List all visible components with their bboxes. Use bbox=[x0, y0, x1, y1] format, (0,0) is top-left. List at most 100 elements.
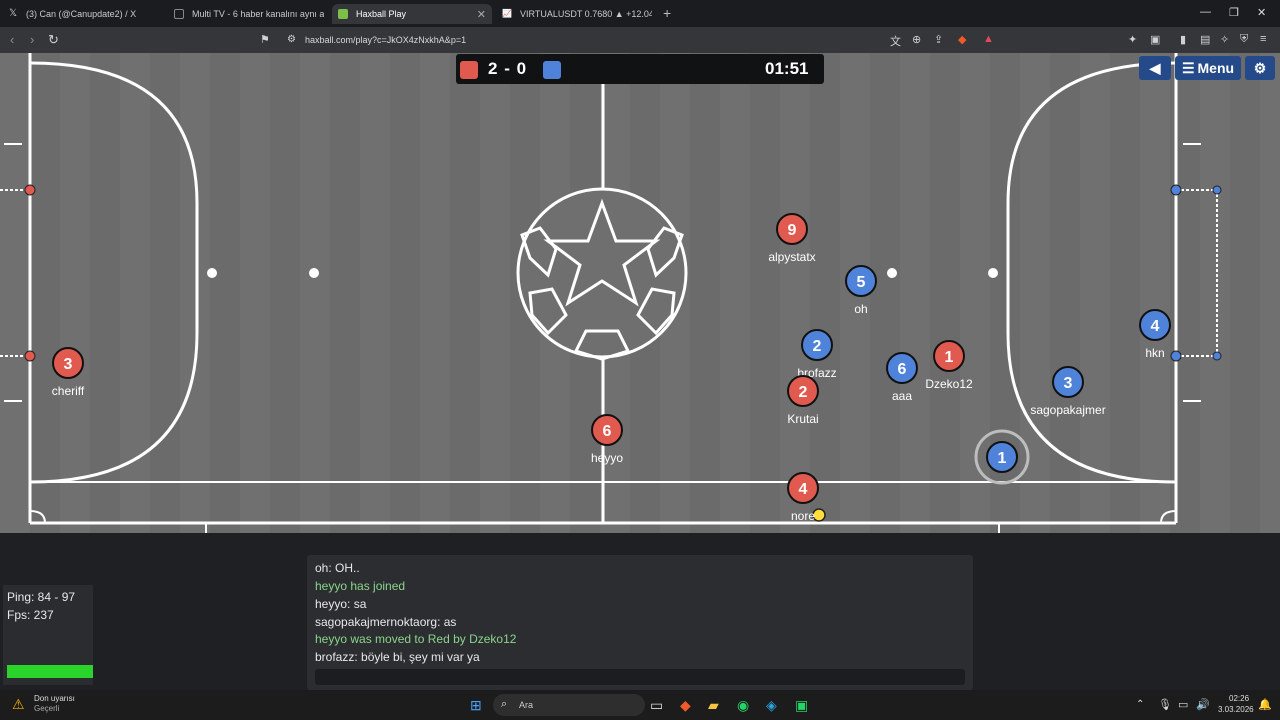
player-number: 9 bbox=[788, 222, 797, 239]
browser-tab-bar: 𝕏 (3) Can (@Canupdate2) / X Multi TV - 6… bbox=[0, 0, 1280, 27]
chat-panel: oh: OH.. heyyo has joined heyyo: sa sago… bbox=[307, 555, 973, 690]
file-explorer-icon[interactable]: ▰ bbox=[708, 697, 719, 714]
player-number: 6 bbox=[603, 423, 612, 440]
left-goal-post bbox=[24, 184, 36, 196]
network-graph bbox=[7, 665, 93, 678]
notification-icon[interactable]: 🔔 bbox=[1258, 698, 1272, 711]
browser-nav-bar: ‹ › ↻ ⚑ ⚙ haxball.com/play?c=JkOX4zNxkhA… bbox=[0, 27, 1280, 53]
player-name: nore bbox=[791, 509, 815, 523]
penalty-spot bbox=[207, 268, 217, 278]
player-name: heyyo bbox=[591, 451, 623, 465]
chat-input[interactable] bbox=[315, 669, 965, 685]
goal-net-corner bbox=[1212, 185, 1222, 195]
player-number: 6 bbox=[898, 361, 907, 378]
forward-icon[interactable]: › bbox=[30, 32, 34, 47]
reload-icon[interactable]: ↻ bbox=[48, 32, 59, 48]
browser-menu-icon[interactable]: ≡ bbox=[1260, 33, 1266, 45]
player-name: Krutai bbox=[787, 412, 818, 426]
brave-shield-icon[interactable]: ◆ bbox=[958, 33, 966, 46]
goal-net-corner bbox=[1212, 351, 1222, 361]
tab-multitv[interactable]: Multi TV - 6 haber kanalını aynı anda bbox=[174, 4, 324, 24]
start-icon[interactable]: ⊞ bbox=[470, 697, 482, 714]
score-blue: 0 bbox=[516, 59, 528, 78]
player-number: 3 bbox=[1064, 375, 1073, 392]
chat-notice: heyyo was moved to Red by Dzeko12 bbox=[315, 632, 517, 646]
extensions-icon[interactable]: ✦ bbox=[1128, 33, 1137, 46]
collapse-button[interactable]: ◀ bbox=[1139, 56, 1171, 80]
new-tab-icon[interactable]: + bbox=[663, 5, 671, 21]
brave-icon[interactable]: ◆ bbox=[680, 697, 691, 714]
weather-title[interactable]: Don uyarısı bbox=[34, 694, 75, 703]
hamburger-icon: ☰ bbox=[1181, 59, 1195, 76]
player-number: 2 bbox=[799, 384, 808, 401]
tab-label: Haxball Play bbox=[356, 9, 407, 19]
game-area: 9 alpystatx 5 oh 2 brofazz 2 Krutai 6 aaa 1 Dzeko12… bbox=[0, 53, 1280, 690]
task-view-icon[interactable]: ▭ bbox=[650, 697, 663, 714]
tabs-icon[interactable]: ▣ bbox=[1150, 33, 1160, 46]
menu-label: Menu bbox=[1197, 60, 1235, 76]
microphone-icon[interactable]: 🎙 bbox=[1158, 698, 1172, 711]
network-stats-panel: Ping: 84 - 97 Fps: 237 bbox=[3, 585, 93, 685]
whatsapp-icon[interactable]: ◉ bbox=[737, 697, 749, 714]
tab-haxball[interactable]: Haxball Play ✕ bbox=[332, 4, 492, 24]
search-icon: ⌕ bbox=[501, 698, 508, 710]
chat-message: sagopakajmernoktaorg: as bbox=[315, 615, 457, 629]
back-icon[interactable]: ‹ bbox=[10, 32, 14, 47]
tv-icon bbox=[174, 9, 184, 19]
close-window-icon[interactable]: ✕ bbox=[1257, 6, 1266, 19]
close-tab-icon[interactable]: ✕ bbox=[477, 8, 486, 21]
sidebar-icon[interactable]: ▮ bbox=[1180, 33, 1186, 46]
taskbar-search[interactable]: ⌕ Ara bbox=[493, 694, 645, 716]
minimize-icon[interactable]: — bbox=[1200, 6, 1211, 18]
right-goal-post bbox=[1170, 184, 1182, 196]
site-info-icon[interactable]: ⚙ bbox=[287, 34, 296, 45]
player-red-2: 2 Krutai bbox=[787, 375, 819, 426]
player-name: cheriff bbox=[52, 384, 85, 398]
app-icon[interactable]: ▣ bbox=[795, 697, 808, 714]
score-red: 2 bbox=[488, 59, 499, 78]
tab-label: (3) Can (@Canupdate2) / X bbox=[26, 9, 137, 19]
tab-twitter[interactable]: 𝕏 (3) Can (@Canupdate2) / X bbox=[8, 4, 168, 24]
wallet-icon[interactable]: ▤ bbox=[1200, 33, 1210, 46]
translate-icon[interactable]: 文 bbox=[890, 33, 901, 49]
maximize-icon[interactable]: ❐ bbox=[1229, 6, 1239, 19]
player-number: 2 bbox=[813, 338, 822, 355]
player-number: 4 bbox=[1151, 318, 1160, 335]
right-goal-post bbox=[1170, 350, 1182, 362]
chat-message: oh: OH.. bbox=[315, 561, 360, 575]
clock-time[interactable]: 02:26 bbox=[1229, 694, 1249, 703]
weather-warning-icon[interactable]: ⚠ bbox=[12, 696, 25, 713]
player-number: 1 bbox=[945, 349, 954, 366]
settings-button[interactable]: ⚙ bbox=[1245, 56, 1275, 80]
chat-notice: heyyo has joined bbox=[315, 579, 406, 593]
fps-readout: Fps: 237 bbox=[7, 608, 54, 622]
clock-date[interactable]: 3.03.2026 bbox=[1218, 705, 1254, 714]
tab-label: Multi TV - 6 haber kanalını aynı anda bbox=[192, 9, 324, 19]
penalty-spot bbox=[309, 268, 319, 278]
search-placeholder: Ara bbox=[519, 700, 534, 710]
leo-icon[interactable]: ✧ bbox=[1220, 33, 1229, 46]
red-team-square bbox=[460, 61, 478, 79]
telegram-icon[interactable]: ◈ bbox=[766, 697, 777, 714]
player-name: sagopakajmer bbox=[1030, 403, 1105, 417]
x-logo-icon: 𝕏 bbox=[8, 8, 18, 19]
player-red-3: 3 cheriff bbox=[52, 347, 85, 398]
left-goal-post bbox=[24, 350, 36, 362]
rewards-icon[interactable]: ▲ bbox=[983, 33, 994, 45]
share-icon[interactable]: ⇪ bbox=[934, 33, 943, 46]
tab-virtualusdt[interactable]: 📈 VIRTUALUSDT 0.7680 ▲ +12.04% Ad bbox=[502, 4, 652, 24]
vpn-icon[interactable]: ⛨ bbox=[1240, 33, 1248, 46]
pitch: 9alpystatx5oh2brofazz2Krutai6aaa1Dzeko12… bbox=[0, 53, 1280, 533]
zoom-icon[interactable]: ⊕ bbox=[912, 33, 921, 46]
volume-icon[interactable]: 🔊 bbox=[1196, 698, 1210, 711]
menu-button[interactable]: ☰ Menu bbox=[1175, 56, 1241, 80]
url-input[interactable]: haxball.com/play?c=JkOX4zNxkhA&p=1 bbox=[305, 35, 466, 45]
haxball-icon bbox=[338, 9, 348, 19]
chevron-up-icon[interactable]: ⌃ bbox=[1136, 699, 1144, 710]
network-icon[interactable]: ▭ bbox=[1178, 698, 1188, 711]
ping-readout: Ping: 84 - 97 bbox=[7, 590, 76, 604]
player-number: 1 bbox=[998, 450, 1007, 467]
bookmark-icon[interactable]: ⚑ bbox=[260, 33, 270, 46]
score-separator: - bbox=[504, 59, 511, 78]
penalty-spot bbox=[988, 268, 998, 278]
